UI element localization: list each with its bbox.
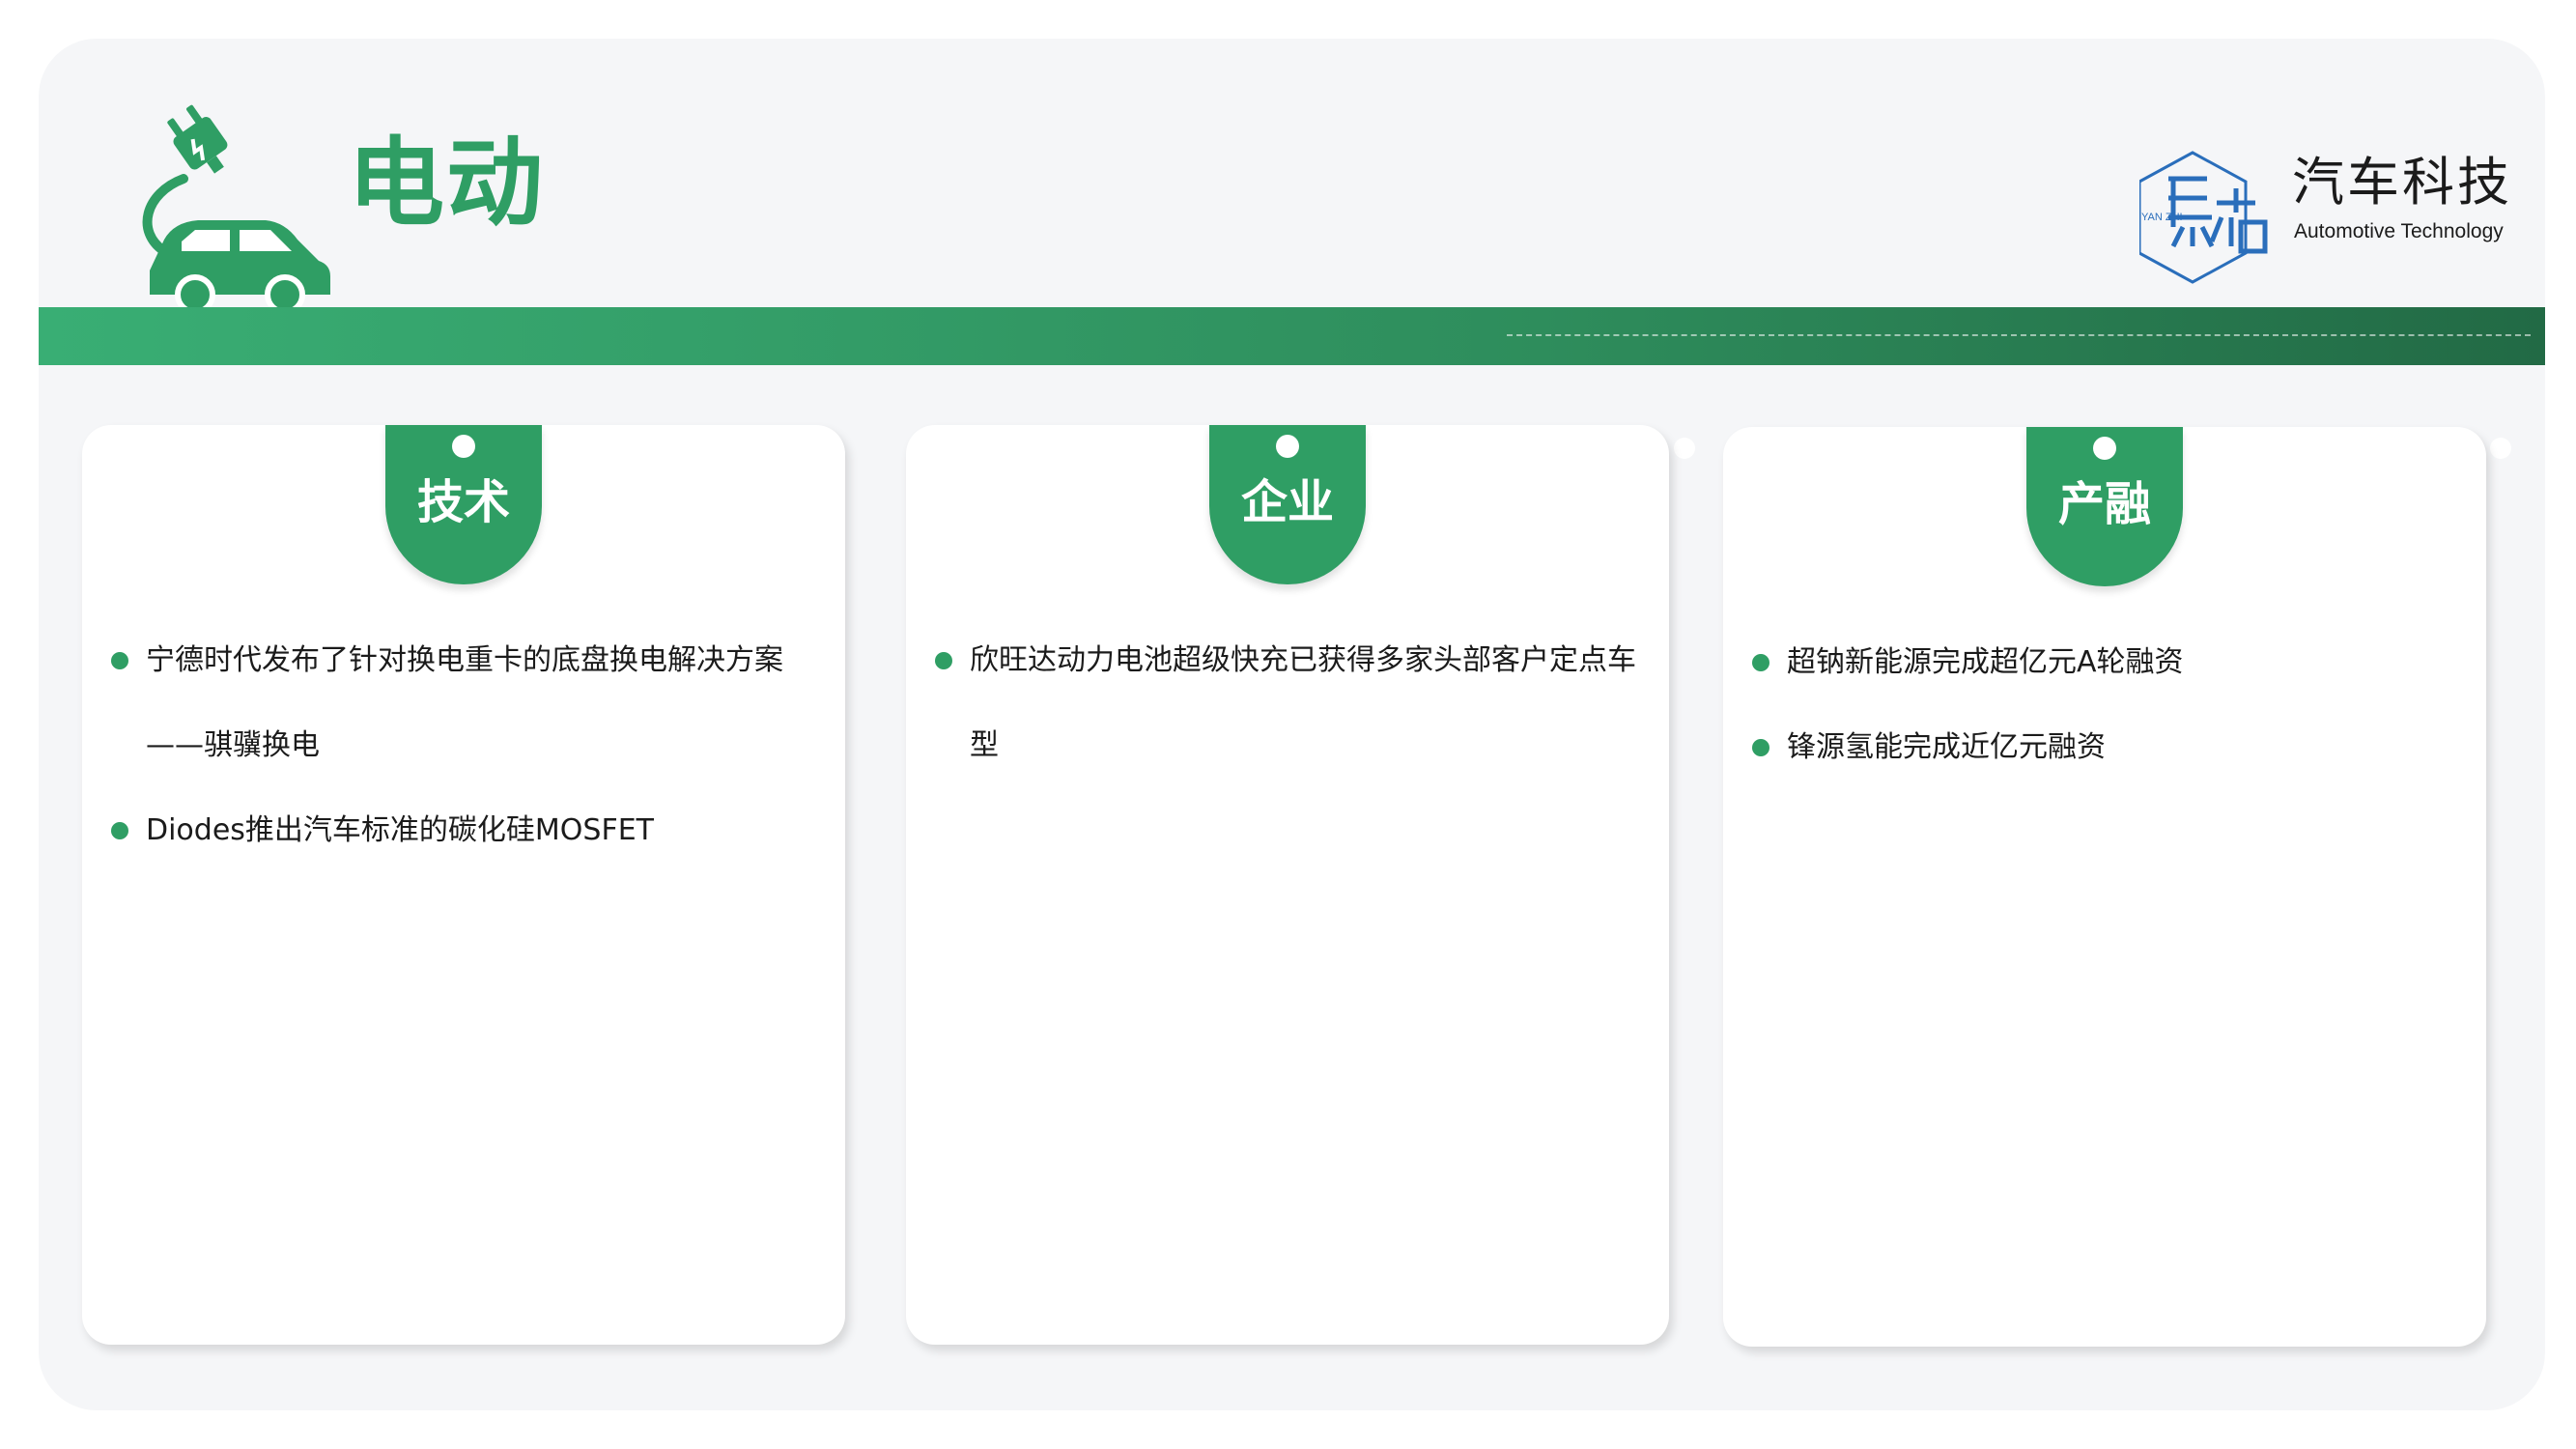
tab-dot (1276, 435, 1299, 458)
tab-enterprise: 企业 (1209, 425, 1366, 584)
decorative-dot (2490, 438, 2511, 459)
slide: 电动 YAN ZHI 汽车科技 Automotive Technology 技术… (39, 39, 2545, 1410)
ev-charging-car-icon (142, 104, 330, 332)
tab-label: 企业 (1240, 475, 1334, 529)
card-finance: 产融 超钠新能源完成超亿元A轮融资 锋源氢能完成近亿元融资 (1723, 427, 2486, 1347)
tab-dot (2093, 437, 2116, 460)
page-title: 电动 (348, 127, 545, 240)
header-band (39, 307, 2545, 365)
list-item-text: 宁德时代发布了针对换电重卡的底盘换电解决方案——骐骥换电 (146, 643, 783, 762)
bullet-icon (1752, 739, 1769, 756)
news-list: 欣旺达动力电池超级快充已获得多家头部客户定点车型 (935, 618, 1640, 788)
tab-finance: 产融 (2026, 427, 2183, 586)
bullet-icon (111, 822, 128, 839)
list-item: 欣旺达动力电池超级快充已获得多家头部客户定点车型 (935, 618, 1640, 788)
card-enterprise: 企业 欣旺达动力电池超级快充已获得多家头部客户定点车型 (906, 425, 1669, 1345)
tab-tech: 技术 (385, 425, 542, 584)
decorative-dot (1674, 438, 1695, 459)
list-item-text: 锋源氢能完成近亿元融资 (1787, 730, 2106, 764)
bullet-icon (111, 652, 128, 669)
list-item: 锋源氢能完成近亿元融资 (1752, 705, 2457, 790)
logo-name-en: Automotive Technology (2294, 220, 2504, 242)
news-list: 宁德时代发布了针对换电重卡的底盘换电解决方案——骐骥换电 Diodes推出汽车标… (111, 618, 816, 873)
tab-dot (452, 435, 475, 458)
logo-mark-text: YAN ZHI (2141, 212, 2183, 223)
list-item: 超钠新能源完成超亿元A轮融资 (1752, 620, 2457, 705)
list-item-text: 超钠新能源完成超亿元A轮融资 (1787, 645, 2184, 679)
yanzhi-logo-mark: YAN ZHI (2139, 151, 2268, 284)
band-dashed-line (1507, 334, 2531, 336)
list-item: 宁德时代发布了针对换电重卡的底盘换电解决方案——骐骥换电 (111, 618, 816, 788)
tab-label: 技术 (416, 475, 510, 529)
tab-label: 产融 (2057, 477, 2151, 531)
bullet-icon (1752, 654, 1769, 671)
bullet-icon (935, 652, 952, 669)
news-list: 超钠新能源完成超亿元A轮融资 锋源氢能完成近亿元融资 (1752, 620, 2457, 790)
list-item: Diodes推出汽车标准的碳化硅MOSFET (111, 788, 816, 873)
list-item-text: 欣旺达动力电池超级快充已获得多家头部客户定点车型 (970, 643, 1636, 762)
list-item-text: Diodes推出汽车标准的碳化硅MOSFET (146, 813, 654, 847)
logo-name-cn: 汽车科技 (2292, 152, 2512, 213)
brand-logo: YAN ZHI 汽车科技 Automotive Technology (2139, 145, 2509, 290)
card-tech: 技术 宁德时代发布了针对换电重卡的底盘换电解决方案——骐骥换电 Diodes推出… (82, 425, 845, 1345)
